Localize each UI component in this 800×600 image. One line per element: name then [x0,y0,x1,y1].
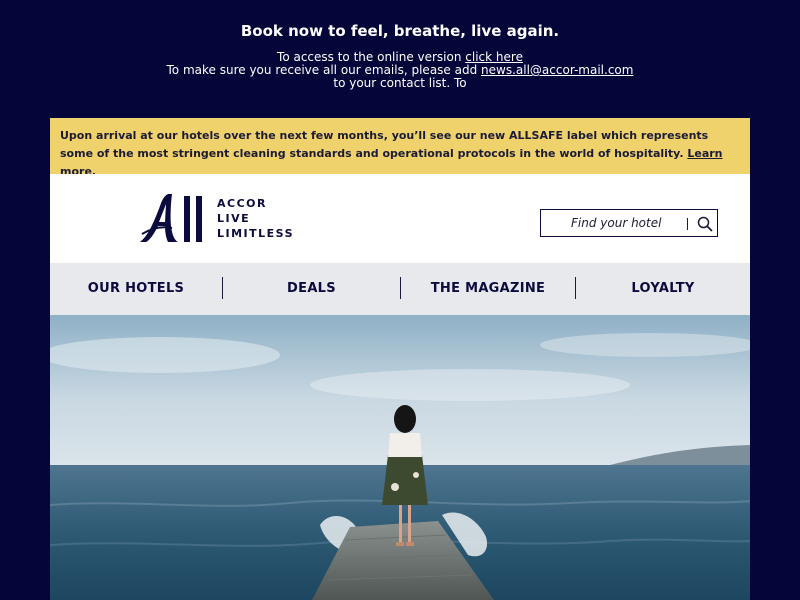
contact-list-line: to your contact list. To [333,76,467,90]
allsafe-notice: Upon arrival at our hotels over the next… [50,118,750,178]
logo-word-accor: ACCOR [217,197,267,210]
notice-text: Upon arrival at our hotels over the next… [60,129,709,160]
hero-seascape [50,315,750,600]
logo-word-limitless: LIMITLESS [217,227,295,240]
click-here-link[interactable]: click here [465,50,523,64]
add-contact-text: To make sure you receive all our emails,… [166,63,482,77]
brand-bar: ACCOR LIVE LIMITLESS Find your hotel [50,174,750,263]
main-nav: OUR HOTELS DEALS THE MAGAZINE LOYALTY [50,263,750,315]
add-contact-line: To make sure you receive all our emails,… [0,63,800,77]
hero-image[interactable] [50,315,750,600]
nav-deals[interactable]: DEALS [223,263,400,315]
nav-our-hotels[interactable]: OUR HOTELS [50,263,222,315]
email-address-link[interactable]: news.all@accor-mail.com [481,63,633,77]
search-input[interactable]: Find your hotel [571,216,661,230]
preheader: Book now to feel, breathe, live again. T… [0,0,800,118]
search-icon[interactable] [697,216,713,232]
search-divider [687,218,688,230]
online-version-text: To access to the online version [277,50,466,64]
all-logo-mark [140,194,202,242]
logo-word-live: LIVE [217,212,251,225]
accor-logo[interactable]: ACCOR LIVE LIMITLESS [138,192,298,244]
online-version-line: To access to the online version click he… [0,50,800,64]
nav-loyalty[interactable]: LOYALTY [576,263,750,315]
logo-wordmark: ACCOR LIVE LIMITLESS [217,196,294,241]
headline: Book now to feel, breathe, live again. [240,22,560,40]
nav-the-magazine[interactable]: THE MAGAZINE [401,263,575,315]
find-hotel-search[interactable]: Find your hotel [540,209,718,237]
email-body: Upon arrival at our hotels over the next… [50,118,750,600]
